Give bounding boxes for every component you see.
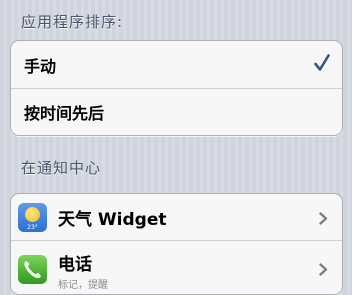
notification-item-subtitle: 标记，提醒: [58, 280, 108, 291]
notification-apps-group: 23° 天气 Widget 电话 标记，提醒: [10, 193, 343, 295]
weather-icon: 23°: [18, 202, 47, 232]
notification-item-phone[interactable]: 电话 标记，提醒: [11, 240, 342, 294]
sort-options-group: 手动 按时间先后: [10, 40, 343, 136]
notification-item-label: 电话: [58, 255, 92, 275]
checkmark-icon: [314, 54, 330, 71]
sort-option-manual[interactable]: 手动: [11, 41, 342, 88]
sort-option-label: 手动: [24, 56, 57, 76]
weather-icon-temp: 23°: [27, 223, 38, 231]
section-header-app-sort: 应用程序排序:: [21, 13, 124, 31]
notification-item-weather[interactable]: 23° 天气 Widget: [11, 194, 342, 240]
phone-item-texts: 电话 标记，提醒: [58, 250, 108, 291]
sort-option-by-time[interactable]: 按时间先后: [11, 88, 342, 135]
chevron-right-icon: [319, 263, 328, 276]
section-header-in-notification-center: 在通知中心: [21, 159, 102, 177]
phone-icon: [18, 255, 47, 284]
phone-handset-icon: [24, 261, 41, 279]
notification-item-label: 天气 Widget: [58, 209, 167, 230]
sort-option-label: 按时间先后: [24, 104, 105, 123]
chevron-right-icon: [319, 212, 328, 225]
sun-icon: [25, 206, 40, 222]
